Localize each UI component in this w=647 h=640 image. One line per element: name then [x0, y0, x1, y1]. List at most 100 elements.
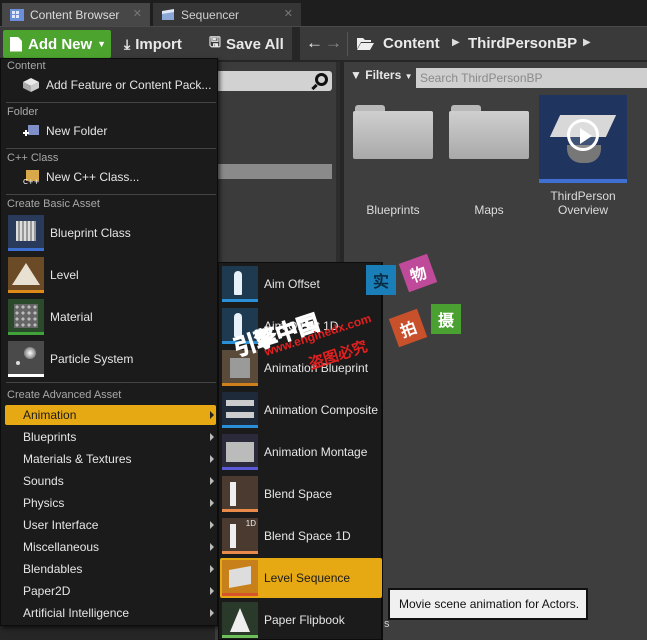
- section-header: Create Advanced Asset: [7, 389, 122, 401]
- new-folder-icon: [23, 125, 39, 136]
- submenu-item-label: Blend Space: [264, 487, 333, 501]
- tree-selected-row[interactable]: [215, 164, 332, 179]
- tab-bar: Content Browser ✕ Sequencer ✕: [0, 0, 647, 26]
- menu-item-new-cpp-class[interactable]: C++ New C++ Class...: [23, 168, 139, 186]
- add-new-menu: Content Add Feature or Content Pack... F…: [0, 58, 218, 626]
- chevron-right-icon: [210, 587, 214, 595]
- submenu-item-animation-montage[interactable]: Animation Montage: [220, 432, 382, 472]
- asset-folder-maps[interactable]: Maps: [443, 95, 535, 217]
- tab-sequencer[interactable]: Sequencer ✕: [153, 3, 301, 26]
- save-icon: 🖫: [209, 34, 221, 50]
- folder-icon: [353, 105, 433, 159]
- submenu-item-label: Animation Composite: [264, 403, 379, 417]
- blend-space-icon: [222, 476, 258, 512]
- content-pack-icon: [23, 78, 39, 92]
- submenu-item-paper-flipbook[interactable]: Paper Flipbook: [220, 600, 382, 640]
- blueprint-class-icon: [8, 215, 44, 251]
- menu-item-blendables[interactable]: Blendables: [5, 559, 216, 579]
- menu-item-label: Paper2D: [23, 584, 71, 598]
- tooltip: Movie scene animation for Actors.: [388, 588, 588, 620]
- add-new-button[interactable]: Add New ▼: [3, 30, 111, 58]
- section-header: Content: [7, 60, 46, 72]
- menu-item-user-interface[interactable]: User Interface: [5, 515, 216, 535]
- section-header: Create Basic Asset: [7, 198, 100, 210]
- toolbar-divider: [292, 27, 300, 61]
- chevron-right-icon: [210, 433, 214, 441]
- menu-item-animation[interactable]: Animation: [5, 405, 216, 425]
- asset-thirdperson-overview[interactable]: ThirdPerson Overview: [537, 95, 629, 217]
- forward-arrow-icon[interactable]: →: [325, 33, 342, 53]
- menu-item-artificial-intelligence[interactable]: Artificial Intelligence: [5, 603, 216, 623]
- nav-divider: [347, 32, 348, 56]
- chevron-right-icon: [210, 565, 214, 573]
- chevron-right-icon: [210, 543, 214, 551]
- toolbar: Add New ▼ ⤓ Import 🖫 Save All ← → Conten…: [0, 26, 647, 61]
- menu-item-label: Blueprint Class: [50, 226, 131, 240]
- menu-item-blueprint-class[interactable]: Blueprint Class: [8, 214, 214, 252]
- submenu-item-animation-composite[interactable]: Animation Composite: [220, 390, 382, 430]
- section-header: Folder: [7, 106, 39, 118]
- submenu-item-label: Animation Montage: [264, 445, 368, 459]
- search-icon[interactable]: [315, 73, 328, 86]
- tab-label: Content Browser: [30, 7, 120, 22]
- filter-icon: ▼: [350, 68, 362, 82]
- asset-search-input[interactable]: Search ThirdPersonBP: [416, 68, 647, 88]
- clipped-label: s: [384, 618, 390, 630]
- asset-folder-blueprints[interactable]: Blueprints: [347, 95, 439, 217]
- breadcrumb-content[interactable]: Content: [383, 35, 440, 52]
- menu-item-paper2d[interactable]: Paper2D: [5, 581, 216, 601]
- submenu-item-label: Level Sequence: [264, 571, 351, 585]
- watermark-stamp: 实: [366, 265, 396, 295]
- menu-item-material[interactable]: Material: [8, 298, 214, 336]
- import-button[interactable]: ⤓ Import: [124, 30, 182, 58]
- breadcrumb-separator-icon[interactable]: ▶: [452, 37, 460, 48]
- breadcrumb-thirdpersonbp[interactable]: ThirdPersonBP: [468, 35, 577, 52]
- menu-item-materials-textures[interactable]: Materials & Textures: [5, 449, 216, 469]
- submenu-item-label: Blend Space 1D: [264, 529, 351, 543]
- path-bar: ← → Content ▶ ThirdPersonBP ▶: [300, 27, 647, 61]
- menu-item-miscellaneous[interactable]: Miscellaneous: [5, 537, 216, 557]
- close-tab-icon[interactable]: ✕: [133, 7, 142, 20]
- submenu-item-blend-space-1d[interactable]: 1D Blend Space 1D: [220, 516, 382, 556]
- submenu-item-aim-offset[interactable]: Aim Offset: [220, 264, 382, 304]
- animation-montage-icon: [222, 434, 258, 470]
- folder-search-input[interactable]: [215, 71, 332, 91]
- add-new-label: Add New: [28, 35, 93, 53]
- level-sequence-icon: [222, 560, 258, 596]
- chevron-down-icon: ▼: [404, 72, 413, 81]
- save-all-button[interactable]: 🖫 Save All: [209, 30, 284, 58]
- menu-item-label: User Interface: [23, 518, 99, 532]
- save-all-label: Save All: [225, 35, 284, 53]
- watermark-stamp: 摄: [431, 304, 461, 334]
- import-label: Import: [135, 35, 182, 53]
- content-browser-icon: [10, 8, 24, 21]
- menu-item-add-feature[interactable]: Add Feature or Content Pack...: [23, 76, 211, 94]
- close-tab-icon[interactable]: ✕: [284, 7, 293, 20]
- submenu-item-blend-space[interactable]: Blend Space: [220, 474, 382, 514]
- animation-composite-icon: [222, 392, 258, 428]
- submenu-item-level-sequence[interactable]: Level Sequence: [220, 558, 382, 598]
- asset-label: Overview: [557, 203, 608, 217]
- tooltip-text: Movie scene animation for Actors.: [399, 597, 580, 611]
- menu-item-label: Animation: [23, 408, 77, 422]
- cpp-class-icon: C++: [23, 170, 39, 184]
- menu-item-label: Physics: [23, 496, 65, 510]
- menu-item-particle-system[interactable]: Particle System: [8, 340, 214, 378]
- menu-item-new-folder[interactable]: New Folder: [23, 122, 107, 140]
- breadcrumb-separator-icon[interactable]: ▶: [583, 37, 591, 48]
- svg-text:C++: C++: [23, 178, 39, 184]
- menu-item-physics[interactable]: Physics: [5, 493, 216, 513]
- tab-content-browser[interactable]: Content Browser ✕: [2, 3, 150, 26]
- folder-open-icon: [357, 38, 374, 50]
- menu-item-blueprints[interactable]: Blueprints: [5, 427, 216, 447]
- menu-item-label: Add Feature or Content Pack...: [46, 78, 212, 92]
- new-document-icon: [10, 36, 22, 52]
- menu-divider: [6, 148, 216, 149]
- filters-button[interactable]: ▼ Filters ▼: [350, 68, 413, 82]
- menu-item-sounds[interactable]: Sounds: [5, 471, 216, 491]
- paper-flipbook-icon: [222, 602, 258, 638]
- menu-item-level[interactable]: Level: [8, 256, 214, 294]
- menu-divider: [6, 382, 216, 383]
- back-arrow-icon[interactable]: ←: [306, 33, 323, 53]
- level-icon: [8, 257, 44, 293]
